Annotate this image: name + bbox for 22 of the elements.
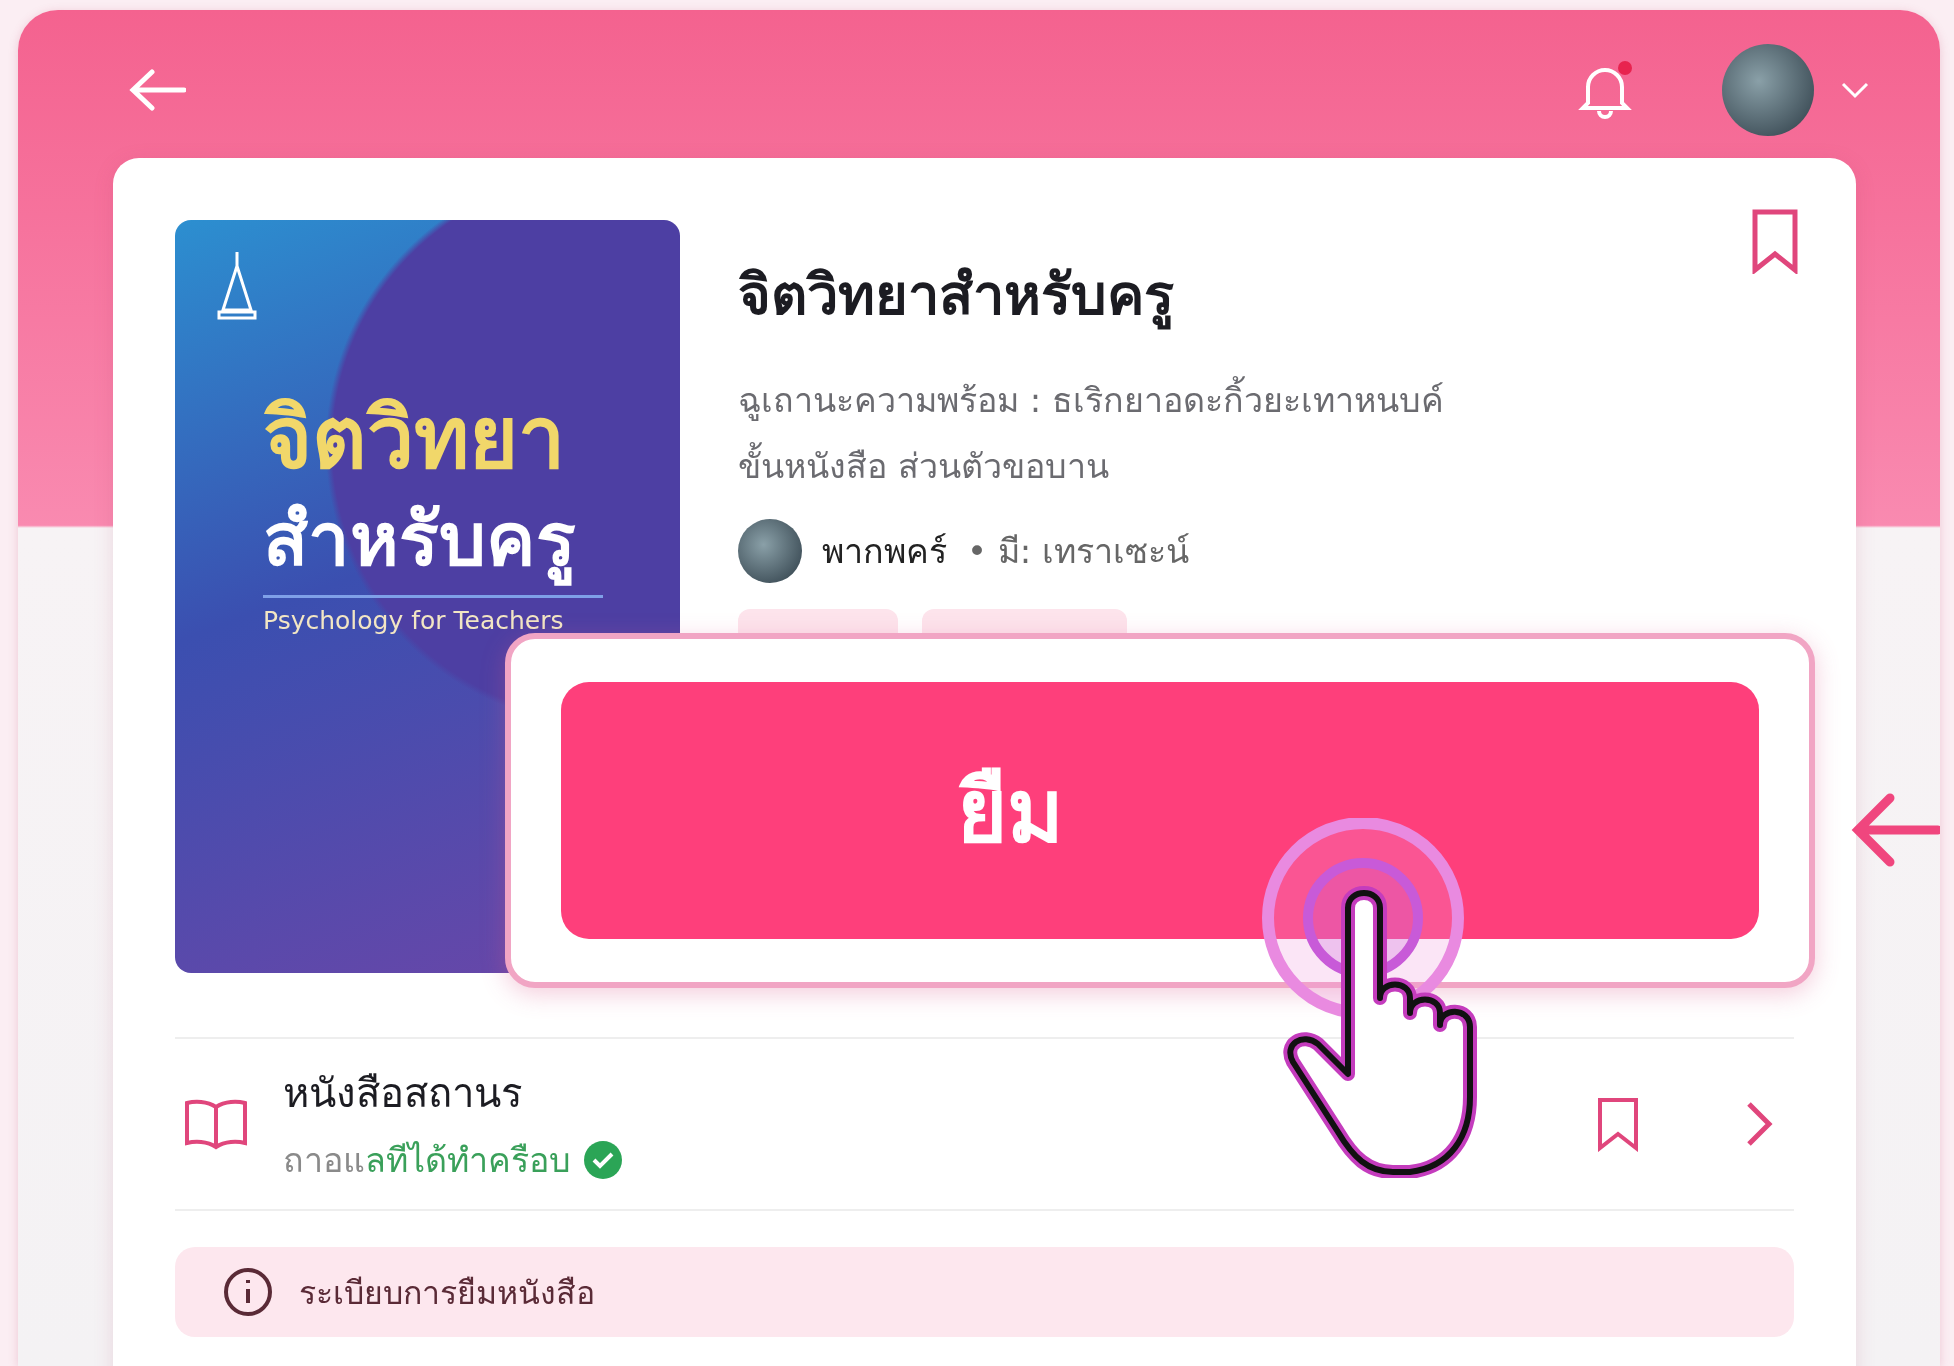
format-row[interactable]: หนังสือสถานร ถาอแลทีได้ทำครือบ — [175, 1039, 1794, 1209]
chevron-down-icon — [1840, 81, 1870, 99]
book-title: จิตวิทยาสำหรับครู — [738, 250, 1794, 339]
notification-button[interactable] — [1578, 61, 1632, 119]
cover-title: สำหรับครู — [263, 484, 680, 596]
info-icon — [223, 1267, 273, 1317]
back-arrow-icon — [128, 68, 186, 112]
bookmark-icon[interactable] — [1750, 208, 1800, 274]
open-book-icon — [183, 1097, 249, 1151]
notice-text: ระเบียบการยืมหนังสือ — [299, 1272, 595, 1314]
book-description: ฉูเถานะความพร้อม : ธเริกยาอดะกิ้วยะเทาหนบค์ — [738, 373, 1794, 427]
book-meta: • มี: เทราเซะน์ — [967, 530, 1190, 573]
status-text: ลทีได้ทำครือบ — [365, 1139, 571, 1182]
row-title: หนังสือสถานร — [283, 1069, 523, 1118]
book-description: ขั้นหนังสือ ส่วนตัวขอบาน — [738, 439, 1794, 493]
bookmark-icon[interactable] — [1596, 1096, 1640, 1152]
author-name: พากพคร์ — [822, 530, 947, 573]
cover-title: จิตวิทยา — [263, 392, 566, 485]
status-text: ถาอแ — [283, 1139, 365, 1182]
profile-menu-button[interactable] — [1722, 44, 1870, 136]
back-button[interactable] — [128, 68, 186, 112]
cover-subtitle: Psychology for Teachers — [263, 606, 565, 636]
